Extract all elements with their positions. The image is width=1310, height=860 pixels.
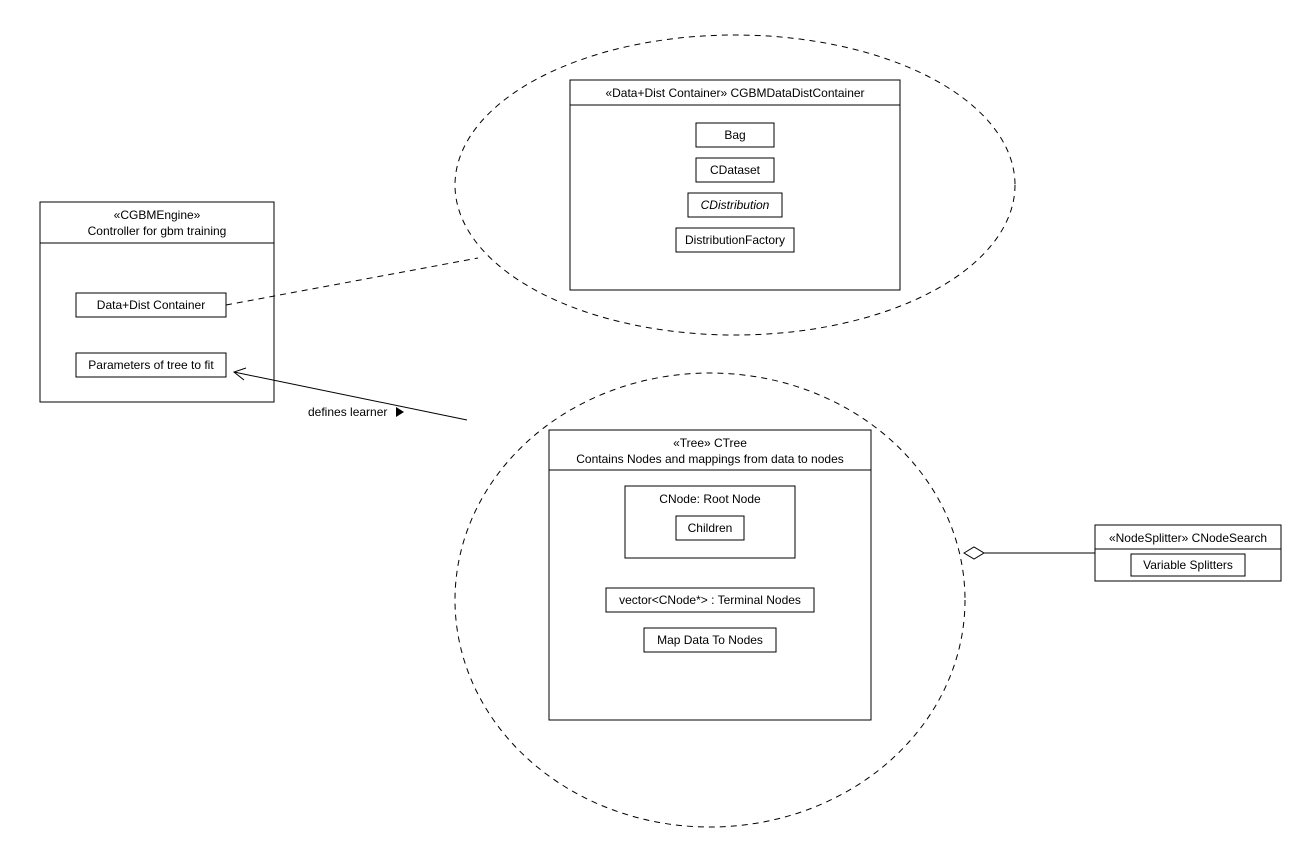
datadist-cdataset: CDataset: [710, 163, 761, 177]
tree-stereotype: «Tree» CTree: [673, 436, 747, 450]
datadist-bag: Bag: [724, 128, 745, 142]
engine-class: «CGBMEngine» Controller for gbm training…: [40, 202, 274, 402]
edge-tree-aggregates-nodesplitter: [964, 547, 1095, 559]
engine-item-params: Parameters of tree to fit: [88, 358, 214, 372]
diamond-icon: [964, 547, 984, 559]
nodesplitter-class: «NodeSplitter» CNodeSearch Variable Spli…: [1095, 525, 1281, 581]
uml-diagram: «CGBMEngine» Controller for gbm training…: [0, 0, 1310, 860]
engine-subtitle: Controller for gbm training: [88, 224, 227, 238]
datadist-distfactory: DistributionFactory: [685, 233, 785, 247]
tree-map-data: Map Data To Nodes: [657, 633, 763, 647]
nodesplitter-title: «NodeSplitter» CNodeSearch: [1109, 531, 1267, 545]
triangle-icon: [396, 407, 404, 417]
datadist-container-class: «Data+Dist Container» CGBMDataDistContai…: [570, 80, 900, 290]
engine-stereotype: «CGBMEngine»: [114, 208, 201, 222]
tree-subtitle: Contains Nodes and mappings from data to…: [576, 452, 844, 466]
tree-root-node: CNode: Root Node: [659, 492, 761, 506]
tree-class: «Tree» CTree Contains Nodes and mappings…: [549, 430, 871, 720]
tree-terminal-nodes: vector<CNode*> : Terminal Nodes: [619, 593, 801, 607]
nodesplitter-item: Variable Splitters: [1143, 558, 1233, 572]
tree-children: Children: [688, 521, 733, 535]
edge-defines-learner-label: defines learner: [308, 405, 387, 419]
datadist-title: «Data+Dist Container» CGBMDataDistContai…: [605, 86, 864, 100]
engine-item-datadist: Data+Dist Container: [97, 298, 205, 312]
datadist-cdistribution: CDistribution: [701, 198, 770, 212]
